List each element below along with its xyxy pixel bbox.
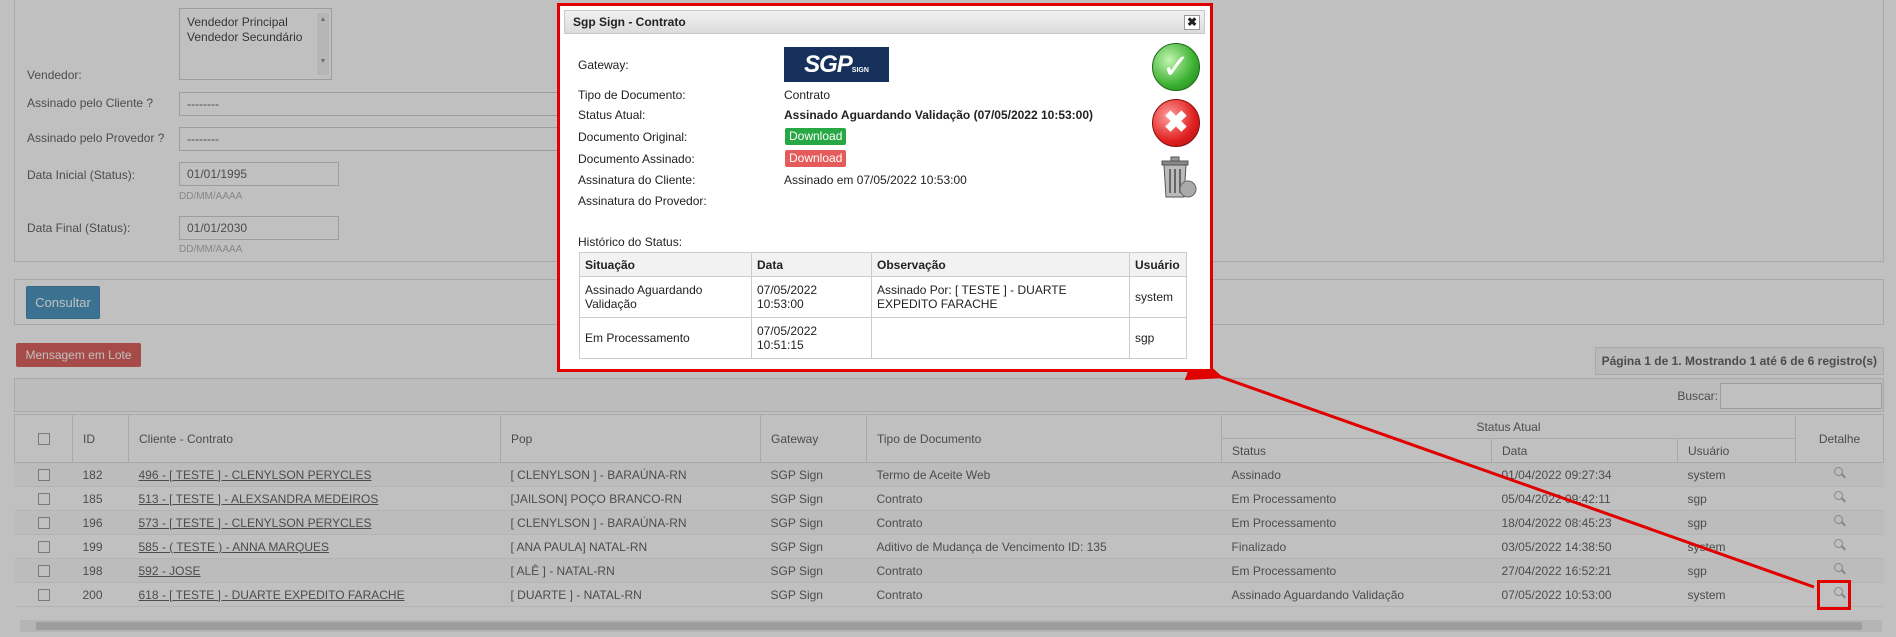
detail-highlight-box: [1817, 580, 1851, 610]
close-icon[interactable]: ✖: [1184, 15, 1200, 30]
hist-data: 07/05/2022 10:53:00: [751, 276, 872, 318]
approve-check-icon[interactable]: ✓: [1152, 43, 1200, 91]
historico-label: Histórico do Status:: [578, 235, 683, 249]
reject-x-icon[interactable]: ✖: [1152, 99, 1200, 147]
sgp-sign-logo: SGPSIGN: [784, 47, 889, 82]
hist-data: 07/05/2022 10:51:15: [751, 317, 872, 359]
hist-col-usuario: Usuário: [1129, 252, 1187, 277]
ass-provedor-label: Assinatura do Provedor:: [578, 194, 707, 208]
hist-col-observacao: Observação: [871, 252, 1130, 277]
status-label: Status Atual:: [578, 108, 646, 122]
ass-cliente-label: Assinatura do Cliente:: [578, 173, 696, 187]
hist-row: Em Processamento 07/05/2022 10:51:15 sgp: [579, 317, 1187, 359]
status-value: Assinado Aguardando Validação (07/05/202…: [784, 108, 1094, 122]
hist-observacao: Assinado Por: [ TESTE ] - DUARTE EXPEDIT…: [871, 276, 1130, 318]
doc-assinado-label: Documento Assinado:: [578, 152, 695, 166]
ass-cliente-value: Assinado em 07/05/2022 10:53:00: [784, 173, 967, 187]
trash-icon[interactable]: [1156, 153, 1198, 201]
sgp-sign-dialog: Sgp Sign - Contrato ✖ Gateway: SGPSIGN T…: [557, 3, 1213, 372]
download-assinado-button[interactable]: Download: [785, 150, 847, 167]
historico-table: Situação Data Observação Usuário Assinad…: [579, 252, 1187, 359]
download-original-button[interactable]: Download: [785, 128, 847, 145]
hist-usuario: sgp: [1129, 317, 1187, 359]
logo-text: SGP: [804, 51, 853, 78]
hist-row: Assinado Aguardando Validação 07/05/2022…: [579, 276, 1187, 318]
dialog-title-text: Sgp Sign - Contrato: [573, 15, 686, 29]
tipo-label: Tipo de Documento:: [578, 88, 686, 102]
logo-subtext: SIGN: [851, 67, 869, 74]
gateway-label: Gateway:: [578, 58, 629, 72]
hist-usuario: system: [1129, 276, 1187, 318]
hist-col-data: Data: [751, 252, 872, 277]
doc-original-label: Documento Original:: [578, 130, 688, 144]
tipo-value: Contrato: [784, 88, 831, 102]
hist-situacao: Em Processamento: [579, 317, 752, 359]
hist-situacao: Assinado Aguardando Validação: [579, 276, 752, 318]
dialog-title: Sgp Sign - Contrato ✖: [564, 10, 1205, 34]
hist-observacao: [871, 317, 1130, 359]
hist-col-situacao: Situação: [579, 252, 752, 277]
